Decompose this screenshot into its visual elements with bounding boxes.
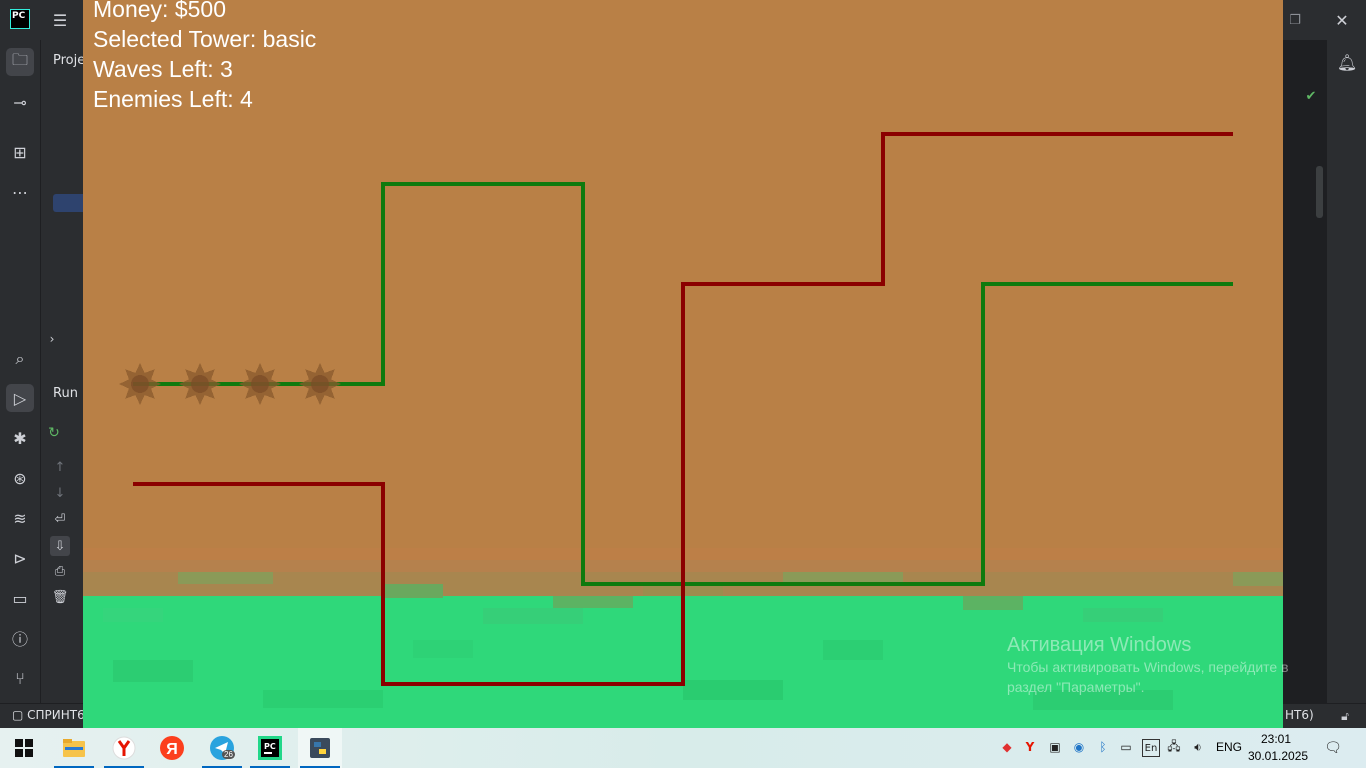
commit-icon[interactable]: ⊸ <box>6 88 34 116</box>
yandex-tray-icon[interactable]: Y <box>1022 739 1038 755</box>
python-console-icon[interactable]: ⊛ <box>6 464 34 492</box>
chevron-right-icon[interactable]: › <box>45 332 59 346</box>
arrow-up-icon[interactable]: ↑ <box>51 458 69 476</box>
pycharm-app[interactable]: PC <box>248 728 292 768</box>
windows-taskbar: Я 26 PC ◆ Y ▣ ◉ ᛒ ▭ En 🖧︎ 🔉︎ ENG 23:01 3… <box>0 728 1366 768</box>
watermark-line1: Чтобы активировать Windows, перейдите в <box>1007 659 1289 675</box>
telegram-badge: 26 <box>222 750 235 759</box>
run-tab-label[interactable]: Run <box>53 386 78 401</box>
hud-waves-left: Waves Left: 3 <box>93 56 233 82</box>
explorer-app[interactable] <box>52 728 96 768</box>
start-button[interactable] <box>2 728 46 768</box>
hud-selected-tower: Selected Tower: basic <box>93 26 317 52</box>
watermark-line2: раздел "Параметры". <box>1007 679 1145 695</box>
windows-logo-icon <box>15 739 33 757</box>
more-tools-icon[interactable]: ⋯ <box>6 178 34 206</box>
python-app[interactable] <box>298 728 342 768</box>
svg-text:Я: Я <box>166 741 178 758</box>
ide-left-toolbar: 🗀 ⊸ ⊞ ⋯ ⌕ ▷ ✱ ⊛ ≋ ⊳ ▭ ⓘ ⑂ <box>0 40 41 703</box>
anydesk-tray-icon[interactable]: ◆ <box>999 739 1015 755</box>
keyboard-layout-tray-icon[interactable]: En <box>1142 739 1160 757</box>
scroll-to-end-icon[interactable]: ⇩ <box>50 536 70 556</box>
project-folder-icon[interactable]: 🗀 <box>6 48 34 76</box>
telegram-app[interactable]: 26 <box>200 728 244 768</box>
restore-window-icon[interactable]: ❐ <box>1283 8 1307 32</box>
clock-date: 30.01.2025 <box>1248 749 1309 763</box>
enemy-core <box>251 375 269 393</box>
taskbar-clock[interactable]: 23:01 30.01.2025 <box>1248 731 1309 765</box>
hud-money: Money: $500 <box>93 0 226 22</box>
python-icon <box>310 738 330 758</box>
update-tray-icon[interactable]: ◉ <box>1071 739 1087 755</box>
game-canvas[interactable] <box>83 0 1283 728</box>
structure-icon[interactable]: ⊞ <box>6 138 34 166</box>
services-icon[interactable]: ⊳ <box>6 544 34 572</box>
display-tray-icon[interactable]: ▣ <box>1047 739 1063 755</box>
watermark-title: Активация Windows <box>1007 634 1192 656</box>
lock-icon[interactable]: 🔓︎ <box>1336 707 1354 725</box>
ide-editor-edge: ✔ <box>1283 40 1326 703</box>
yandex-browser-icon <box>112 736 136 760</box>
notification-center-icon[interactable]: 🗨︎ <box>1324 739 1342 757</box>
project-name: СПРИНТ6 <box>27 708 85 722</box>
git-icon[interactable]: ⑂ <box>6 664 34 692</box>
pycharm-icon: PC <box>258 736 282 760</box>
ide-right-toolbar: 🔔︎ <box>1326 40 1366 703</box>
language-indicator[interactable]: ENG <box>1216 740 1242 754</box>
debug-icon[interactable]: ✱ <box>6 424 34 452</box>
explorer-icon <box>63 739 85 757</box>
search-icon[interactable]: ⌕ <box>6 345 34 373</box>
print-icon[interactable]: ⎙ <box>51 562 69 580</box>
problems-icon[interactable]: ⓘ <box>6 624 34 652</box>
main-menu-icon[interactable]: ☰ <box>48 8 72 32</box>
volume-tray-icon[interactable]: 🔉︎ <box>1190 739 1206 755</box>
close-window-icon[interactable]: ✕ <box>1330 8 1354 32</box>
selected-file-highlight <box>53 194 83 212</box>
yandex-browser-app[interactable] <box>102 728 146 768</box>
status-left-text[interactable]: ▢ СПРИНТ6 <box>12 708 85 722</box>
pycharm-logo: PC <box>10 9 30 29</box>
bluetooth-tray-icon[interactable]: ᛒ <box>1095 739 1111 755</box>
svg-text:PC: PC <box>264 742 276 751</box>
notifications-icon[interactable]: 🔔︎ <box>1333 48 1361 76</box>
layers-icon[interactable]: ≋ <box>6 504 34 532</box>
game-window[interactable]: Money: $500 Selected Tower: basic Waves … <box>83 0 1283 728</box>
yandex-app[interactable]: Я <box>150 728 194 768</box>
enemy-core <box>311 375 329 393</box>
soft-wrap-icon[interactable]: ⏎ <box>51 510 69 528</box>
terminal-icon[interactable]: ▭ <box>6 584 34 612</box>
run-icon[interactable]: ▷ <box>6 384 34 412</box>
enemy-core <box>191 375 209 393</box>
project-tab-label[interactable]: Proje <box>53 53 85 68</box>
battery-tray-icon[interactable]: ▭ <box>1118 739 1134 755</box>
hud-enemies-left: Enemies Left: 4 <box>93 86 253 112</box>
editor-scrollbar[interactable] <box>1316 166 1323 218</box>
status-right-text[interactable]: HT6) <box>1285 708 1314 722</box>
ide-side-panel: Proje › Run ↻ ↑ ↓ ⏎ ⇩ ⎙ 🗑 <box>41 40 85 703</box>
yandex-icon: Я <box>160 736 184 760</box>
clock-time: 23:01 <box>1260 732 1292 746</box>
network-tray-icon[interactable]: 🖧︎ <box>1166 739 1182 755</box>
arrow-down-icon[interactable]: ↓ <box>51 484 69 502</box>
trash-icon[interactable]: 🗑 <box>51 588 69 606</box>
windows-activation-watermark: Активация Windows Чтобы активировать Win… <box>1007 633 1317 697</box>
enemy-core <box>131 375 149 393</box>
checkmark-icon: ✔ <box>1305 88 1317 104</box>
rerun-icon[interactable]: ↻ <box>45 424 63 442</box>
